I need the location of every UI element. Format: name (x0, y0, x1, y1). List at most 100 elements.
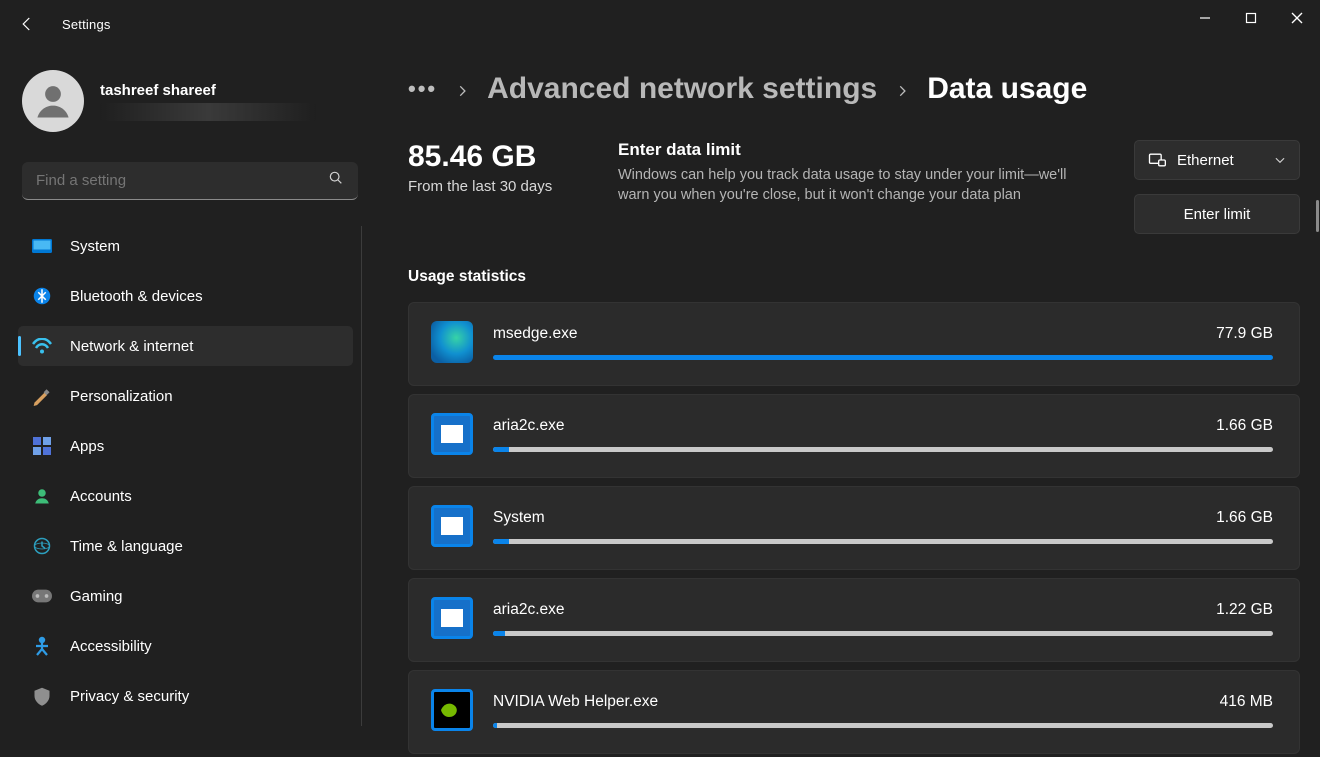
sidebar-item-icon (32, 336, 52, 356)
usage-bar (493, 447, 1273, 452)
breadcrumb-previous[interactable]: Advanced network settings (487, 72, 877, 106)
app-name: aria2c.exe (493, 417, 565, 435)
enter-limit-button[interactable]: Enter limit (1134, 194, 1300, 234)
ethernet-icon (1147, 150, 1167, 170)
user-info: tashreef shareef (100, 82, 316, 121)
app-usage-value: 1.66 GB (1216, 417, 1273, 435)
breadcrumb-current: Data usage (927, 72, 1087, 106)
data-limit-title: Enter data limit (618, 140, 1100, 160)
app-icon (431, 321, 473, 363)
sidebar-item-icon (32, 536, 52, 556)
usage-row[interactable]: msedge.exe 77.9 GB (408, 302, 1300, 386)
usage-bar (493, 355, 1273, 360)
user-profile[interactable]: tashreef shareef (18, 66, 362, 146)
app-name: NVIDIA Web Helper.exe (493, 693, 658, 711)
search-input[interactable] (36, 172, 328, 189)
user-email-redacted (100, 103, 316, 121)
sidebar: tashreef shareef System Bluetooth & devic… (0, 48, 370, 757)
usage-bar (493, 539, 1273, 544)
connection-select[interactable]: Ethernet (1134, 140, 1300, 180)
usage-row[interactable]: aria2c.exe 1.22 GB (408, 578, 1300, 662)
sidebar-item-icon (32, 236, 52, 256)
app-icon (431, 413, 473, 455)
chevron-down-icon (1273, 153, 1287, 167)
minimize-button[interactable] (1182, 0, 1228, 36)
minimize-icon (1199, 12, 1211, 24)
usage-row[interactable]: aria2c.exe 1.66 GB (408, 394, 1300, 478)
search-box[interactable] (22, 162, 358, 200)
sidebar-item-system[interactable]: System (18, 226, 353, 266)
sidebar-item-icon (32, 286, 52, 306)
breadcrumb: ••• Advanced network settings Data usage (408, 72, 1300, 106)
usage-list: msedge.exe77.9 GBaria2c.exe1.66 GBSystem… (408, 302, 1300, 754)
sidebar-item-personalization[interactable]: Personalization (18, 376, 353, 416)
window-controls (1182, 0, 1320, 44)
data-limit-desc: Windows can help you track data usage to… (618, 166, 1100, 205)
usage-row-body: msedge.exe 77.9 GB (493, 325, 1273, 360)
app-usage-value: 416 MB (1220, 693, 1273, 711)
sidebar-item-label: Accessibility (70, 638, 152, 655)
connection-label: Ethernet (1177, 152, 1234, 169)
sidebar-item-bluetooth-devices[interactable]: Bluetooth & devices (18, 276, 353, 316)
sidebar-item-time-language[interactable]: Time & language (18, 526, 353, 566)
header-row: 85.46 GB From the last 30 days Enter dat… (408, 140, 1300, 234)
app-icon (431, 597, 473, 639)
app-name: aria2c.exe (493, 601, 565, 619)
data-limit-info: Enter data limit Windows can help you tr… (618, 140, 1100, 205)
breadcrumb-overflow[interactable]: ••• (408, 76, 437, 102)
sidebar-item-accessibility[interactable]: Accessibility (18, 626, 353, 666)
sidebar-item-gaming[interactable]: Gaming (18, 576, 353, 616)
sidebar-item-label: Bluetooth & devices (70, 288, 203, 305)
total-amount: 85.46 GB (408, 140, 584, 174)
sidebar-item-label: Apps (70, 438, 104, 455)
usage-row-body: aria2c.exe 1.66 GB (493, 417, 1273, 452)
sidebar-item-label: Gaming (70, 588, 123, 605)
scroll-indicator[interactable] (1316, 200, 1319, 232)
app-usage-value: 77.9 GB (1216, 325, 1273, 343)
app-icon (431, 689, 473, 731)
sidebar-item-icon (32, 486, 52, 506)
sidebar-item-privacy-security[interactable]: Privacy & security (18, 676, 353, 716)
sidebar-item-accounts[interactable]: Accounts (18, 476, 353, 516)
window-title: Settings (62, 17, 111, 32)
total-usage: 85.46 GB From the last 30 days (408, 140, 584, 195)
close-button[interactable] (1274, 0, 1320, 36)
arrow-left-icon (18, 15, 36, 33)
enter-limit-label: Enter limit (1184, 206, 1251, 223)
usage-row[interactable]: NVIDIA Web Helper.exe 416 MB (408, 670, 1300, 754)
usage-row-body: System 1.66 GB (493, 509, 1273, 544)
sidebar-item-icon (32, 386, 52, 406)
total-period: From the last 30 days (408, 178, 584, 195)
usage-bar (493, 723, 1273, 728)
sidebar-item-icon (32, 436, 52, 456)
usage-row-body: aria2c.exe 1.22 GB (493, 601, 1273, 636)
sidebar-item-label: Network & internet (70, 338, 193, 355)
sidebar-item-icon (32, 636, 52, 656)
maximize-button[interactable] (1228, 0, 1274, 36)
sidebar-item-label: System (70, 238, 120, 255)
app-name: System (493, 509, 545, 527)
app-icon (431, 505, 473, 547)
close-icon (1291, 12, 1303, 24)
titlebar: Settings (0, 0, 1320, 48)
sidebar-item-network-internet[interactable]: Network & internet (18, 326, 353, 366)
header-controls: Ethernet Enter limit (1134, 140, 1300, 234)
sidebar-item-label: Accounts (70, 488, 132, 505)
chevron-right-icon (895, 72, 909, 106)
app-name: msedge.exe (493, 325, 577, 343)
avatar (22, 70, 84, 132)
sidebar-nav: System Bluetooth & devices Network & inter… (18, 226, 362, 726)
maximize-icon (1245, 12, 1257, 24)
person-icon (31, 79, 75, 123)
usage-row-body: NVIDIA Web Helper.exe 416 MB (493, 693, 1273, 728)
app-usage-value: 1.66 GB (1216, 509, 1273, 527)
sidebar-item-icon (32, 586, 52, 606)
sidebar-item-apps[interactable]: Apps (18, 426, 353, 466)
app-usage-value: 1.22 GB (1216, 601, 1273, 619)
back-button[interactable] (18, 15, 56, 33)
usage-row[interactable]: System 1.66 GB (408, 486, 1300, 570)
sidebar-item-icon (32, 686, 52, 706)
sidebar-item-label: Personalization (70, 388, 173, 405)
chevron-right-icon (455, 72, 469, 106)
usage-bar (493, 631, 1273, 636)
